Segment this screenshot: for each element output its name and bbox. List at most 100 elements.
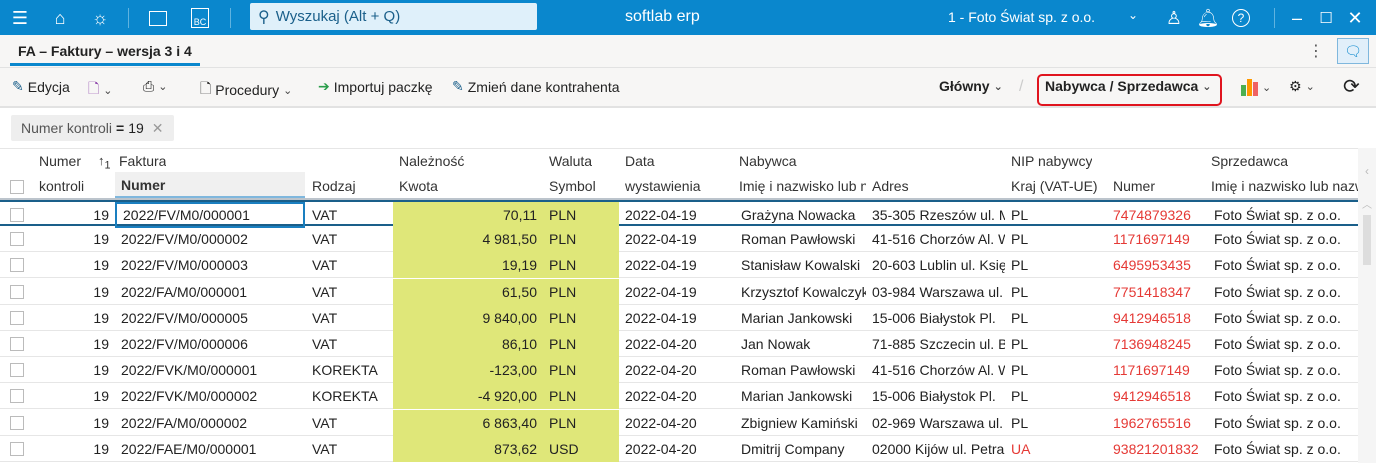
print-button[interactable]: ⎙ ⌄ — [143, 78, 167, 95]
tab-faktury[interactable]: FA – Faktury – wersja 3 i 4 — [10, 35, 200, 66]
refresh-icon[interactable]: ⟳ — [1343, 74, 1360, 99]
row-checkbox[interactable] — [10, 389, 24, 404]
change-contractor-button[interactable]: ✎ Zmień dane kontrahenta — [452, 78, 620, 95]
view-selected-dropdown[interactable]: Nabywca / Sprzedawca ⌄ — [1045, 78, 1212, 94]
cell-sprz: Foto Świat sp. z o.o. — [1214, 231, 1341, 248]
cell-sprz: Foto Świat sp. z o.o. — [1214, 207, 1341, 223]
cell-kraj: PL — [1011, 283, 1029, 300]
cell-sprz: Foto Świat sp. z o.o. — [1214, 414, 1341, 431]
view-selected-label: Nabywca / Sprzedawca — [1045, 78, 1199, 94]
settings-button[interactable]: ⚙ ⌄ — [1289, 78, 1315, 95]
filter-operator: = — [116, 120, 125, 136]
maximize-icon[interactable]: ☐ — [1314, 6, 1338, 30]
edit-label: Edycja — [27, 78, 70, 95]
header-kwota[interactable]: Kwota — [393, 178, 438, 194]
row-checkbox[interactable] — [10, 441, 24, 456]
cell-sprz: Foto Świat sp. z o.o. — [1214, 283, 1341, 300]
user-icon[interactable]: ♙ — [1162, 6, 1186, 30]
row-checkbox[interactable] — [10, 310, 24, 325]
header-nabywca-nazwa[interactable]: Imię i nazwisko lub nazwa — [733, 178, 866, 194]
table-row[interactable]: 19 2022/FVK/M0/000001 KOREKTA -123,00 PLN 202… — [0, 357, 1358, 384]
info-button[interactable]: 🗋 ⌄ — [88, 78, 112, 102]
sort-asc-icon[interactable]: ↑1 — [92, 153, 111, 172]
header-rodzaj[interactable]: Rodzaj — [306, 178, 356, 194]
cell-k: 19 — [93, 257, 109, 274]
document-info-icon: 🗋 — [88, 80, 100, 96]
select-all-checkbox[interactable] — [10, 180, 24, 194]
cell-sym: USD — [543, 435, 619, 462]
help-icon[interactable]: ? — [1229, 6, 1253, 30]
header-nip-numer[interactable]: Numer — [1107, 178, 1155, 194]
cell-sym: PLN — [543, 383, 619, 410]
minimize-icon[interactable]: – — [1285, 6, 1309, 30]
change-label: Zmień dane kontrahenta — [467, 78, 620, 95]
cell-sym: PLN — [543, 278, 619, 305]
table-row[interactable]: 19 2022/FV/M0/000002 VAT 4 981,50 PLN 2022-04… — [0, 226, 1358, 253]
header-kraj[interactable]: Kraj (VAT-UE) — [1005, 178, 1098, 194]
filter-chip[interactable]: Numer kontroli = 19 ✕ — [11, 115, 174, 141]
cell-numer: 2022/FV/M0/000006 — [121, 336, 248, 352]
cell-nip: 7751418347 — [1113, 283, 1191, 300]
bulb-icon[interactable]: ☼ — [88, 6, 112, 30]
import-button[interactable]: ➔ Importuj paczkę — [318, 78, 433, 95]
close-icon[interactable]: ✕ — [152, 120, 164, 136]
view-main-dropdown[interactable]: Główny ⌄ — [939, 78, 1003, 94]
row-checkbox[interactable] — [10, 232, 24, 247]
row-checkbox[interactable] — [10, 208, 24, 222]
row-checkbox[interactable] — [10, 363, 24, 378]
row-checkbox[interactable] — [10, 415, 24, 430]
chart-button[interactable]: ⌄ — [1241, 78, 1271, 96]
toolbar: ✎ Edycja 🗋 ⌄ ⎙ ⌄ 🗋 Procedury ⌄ ➔ Importuj pacz… — [0, 68, 1376, 108]
header-numer[interactable]: Numer — [115, 172, 305, 198]
header-data-group: Data — [625, 153, 655, 169]
procedures-button[interactable]: 🗋 Procedury ⌄ — [200, 78, 292, 102]
table-row[interactable]: 19 2022/FV/M0/000006 VAT 86,10 PLN 2022-04-20… — [0, 331, 1358, 357]
cell-kwota: 873,62 — [393, 435, 543, 462]
table-row[interactable]: 19 2022/FA/M0/000001 VAT 61,50 PLN 2022-04-19… — [0, 278, 1358, 305]
bell-icon[interactable]: 🔔︎ — [1196, 6, 1220, 30]
cell-kwota: 19,19 — [393, 252, 543, 279]
row-checkbox[interactable] — [10, 337, 24, 351]
header-data-wystawienia[interactable]: wystawienia — [619, 178, 733, 194]
chevron-down-icon[interactable]: ⌄ — [1128, 8, 1138, 22]
table-row[interactable]: 19 2022/FV/M0/000001 VAT 70,11 PLN 2022-04-19… — [0, 200, 1358, 228]
search-input[interactable]: ⚲ Wyszukaj (Alt + Q) — [250, 3, 537, 30]
cell-k: 19 — [93, 207, 109, 223]
cell-imie: Dmitrij Company — [741, 440, 845, 457]
company-selector[interactable]: 1 - Foto Świat sp. z o.o. — [948, 9, 1095, 25]
table-row[interactable]: 19 2022/FA/M0/000002 VAT 6 863,40 PLN 2022-04… — [0, 409, 1358, 436]
chevron-left-icon[interactable]: ‹ — [1358, 164, 1376, 178]
table-row[interactable]: 19 2022/FV/M0/000005 VAT 9 840,00 PLN 2022-04… — [0, 304, 1358, 331]
cell-rodzaj: VAT — [312, 336, 338, 352]
more-icon[interactable]: ⋮ — [1308, 41, 1324, 61]
header-symbol[interactable]: Symbol — [543, 178, 596, 194]
header-sprzedawca-nazwa[interactable]: Imię i nazwisko lub nazwa — [1205, 178, 1358, 194]
table-row[interactable]: 19 2022/FV/M0/000003 VAT 19,19 PLN 2022-04-19… — [0, 252, 1358, 279]
menu-icon[interactable]: ☰ — [8, 6, 32, 30]
news-icon[interactable] — [146, 6, 170, 30]
cell-kraj: PL — [1011, 309, 1029, 326]
vertical-scrollbar[interactable]: ‹ ︿ — [1358, 148, 1376, 463]
cell-nip: 6495953435 — [1113, 257, 1191, 274]
edit-button[interactable]: ✎ Edycja — [12, 78, 70, 95]
cell-nip: 1171697149 — [1113, 362, 1190, 379]
close-icon[interactable]: ✕ — [1343, 6, 1367, 30]
home-icon[interactable]: ⌂ — [48, 6, 72, 30]
cell-nip: 9412946518 — [1113, 388, 1191, 405]
header-adres[interactable]: Adres — [866, 178, 909, 194]
cell-adres: 41-516 Chorzów Al. W — [872, 362, 1005, 379]
bc-icon[interactable]: BC — [188, 6, 212, 30]
cell-imie: Marian Jankowski — [741, 309, 853, 326]
cell-sprz: Foto Świat sp. z o.o. — [1214, 336, 1341, 352]
row-checkbox[interactable] — [10, 258, 24, 273]
scrollbar-thumb[interactable] — [1363, 215, 1371, 265]
scroll-up-icon[interactable]: ︿ — [1358, 196, 1376, 211]
cell-nip: 9412946518 — [1113, 309, 1191, 326]
table-row[interactable]: 19 2022/FVK/M0/000002 KOREKTA -4 920,00 PLN 2… — [0, 383, 1358, 410]
row-checkbox[interactable] — [10, 284, 24, 299]
chat-icon[interactable]: 🗨︎ — [1337, 38, 1369, 64]
cell-adres: 15-006 Białystok Pl. — [872, 309, 996, 326]
header-nip-group: NIP nabywcy — [1011, 153, 1093, 169]
table-row[interactable]: 19 2022/FAE/M0/000001 VAT 873,62 USD 2022-04-… — [0, 435, 1358, 462]
header-numer-kontroli[interactable]: kontroli — [33, 178, 84, 194]
